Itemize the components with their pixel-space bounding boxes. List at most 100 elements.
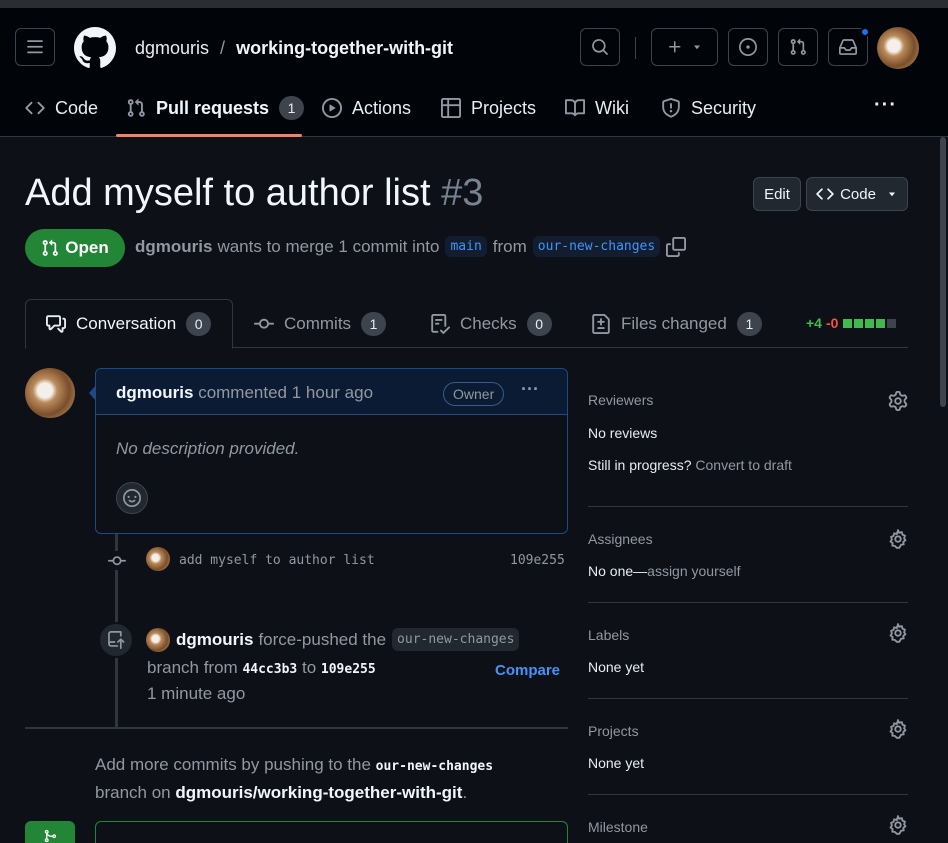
reviewers-gear-icon[interactable]: [888, 391, 908, 411]
checks-count: 0: [526, 311, 552, 336]
window-top-strip: [0, 0, 948, 8]
merge-description: dgmouris wants to merge 1 commit into ma…: [135, 236, 687, 257]
projects-gear-icon[interactable]: [888, 719, 908, 739]
inbox-icon: [839, 39, 857, 55]
tab-pull-requests[interactable]: Pull requests 1: [126, 96, 305, 120]
git-pull-request-icon: [790, 38, 806, 55]
git-commit-icon: [254, 318, 274, 329]
tab-conversation[interactable]: Conversation 0: [25, 299, 233, 349]
labels-heading[interactable]: Labels: [588, 627, 629, 643]
assignees-heading[interactable]: Assignees: [588, 531, 653, 547]
add-reaction-button[interactable]: [116, 482, 148, 514]
merge-text: wants to merge 1 commit into: [217, 236, 440, 256]
search-icon: [592, 39, 608, 55]
table-icon: [441, 98, 461, 118]
tab-projects[interactable]: Projects: [441, 96, 536, 120]
owner-badge: Owner: [443, 382, 505, 406]
menu-button[interactable]: [15, 28, 55, 66]
convert-to-draft-link[interactable]: Convert to draft: [695, 457, 792, 473]
page-title: Add myself to author list #3: [25, 172, 483, 215]
tab-actions[interactable]: Actions: [322, 96, 411, 120]
milestone-heading[interactable]: Milestone: [588, 819, 648, 835]
files-changed-count: 1: [736, 311, 762, 336]
projects-heading[interactable]: Projects: [588, 723, 639, 739]
code-icon: [25, 101, 45, 115]
additions-count: +4: [806, 315, 822, 331]
pull-requests-count: 1: [279, 96, 305, 120]
assignees-none: No one—: [588, 563, 648, 579]
force-push-author-avatar[interactable]: [146, 628, 170, 652]
owner-link[interactable]: dgmouris: [135, 38, 209, 58]
timeline-divider: [25, 727, 568, 729]
tab-actions-label: Actions: [352, 97, 412, 118]
repo-push-icon: [108, 631, 125, 649]
status-badge: Open: [25, 229, 125, 267]
create-new-button[interactable]: [651, 28, 718, 66]
issues-button[interactable]: [728, 28, 768, 66]
comment-options-button[interactable]: ···: [521, 379, 539, 400]
old-sha-link[interactable]: 44cc3b3: [242, 662, 297, 677]
hint-text-2: branch on: [95, 783, 171, 802]
tab-checks[interactable]: Checks 0: [430, 299, 552, 348]
repo-link[interactable]: working-together-with-git: [236, 38, 453, 58]
comment-author-avatar[interactable]: [25, 368, 75, 418]
assign-yourself-link[interactable]: assign yourself: [647, 563, 740, 579]
commit-message[interactable]: add myself to author list: [179, 553, 375, 568]
milestone-gear-icon[interactable]: [888, 815, 908, 835]
comment-header: dgmouris commented 1 hour ago Owner ···: [96, 369, 567, 415]
active-tab-underline: [116, 134, 302, 137]
comment-card: dgmouris commented 1 hour ago Owner ··· …: [95, 368, 568, 534]
pr-author-link[interactable]: dgmouris: [135, 237, 212, 257]
book-icon: [565, 99, 585, 117]
comment-author-link[interactable]: dgmouris: [116, 383, 193, 402]
tab-wiki-label: Wiki: [595, 97, 629, 118]
tab-commits[interactable]: Commits 1: [254, 299, 387, 348]
head-branch[interactable]: our-new-changes: [532, 236, 661, 257]
tab-wiki[interactable]: Wiki: [565, 96, 629, 120]
tab-checks-label: Checks: [460, 313, 517, 333]
repo-header: dgmouris / working-together-with-git Cod…: [0, 8, 948, 137]
commit-node: [107, 551, 126, 570]
comment-timestamp[interactable]: commented 1 hour ago: [198, 383, 373, 402]
search-button[interactable]: [580, 28, 620, 66]
github-logo-icon[interactable]: [74, 27, 116, 69]
tab-security-label: Security: [691, 97, 757, 118]
edit-button[interactable]: Edit: [753, 177, 801, 211]
labels-gear-icon[interactable]: [888, 623, 908, 643]
tab-code-label: Code: [55, 97, 99, 118]
plus-icon: [668, 41, 680, 53]
merge-status-icon: [25, 821, 75, 843]
comment-meta: dgmouris commented 1 hour ago: [116, 383, 373, 403]
commits-count: 1: [361, 311, 387, 336]
commit-sha[interactable]: 109e255: [510, 553, 565, 568]
tab-pull-requests-label: Pull requests: [156, 97, 270, 118]
tab-code[interactable]: Code: [25, 96, 98, 120]
force-push-branch[interactable]: our-new-changes: [392, 628, 520, 651]
base-branch[interactable]: main: [445, 236, 487, 257]
copy-icon[interactable]: [666, 236, 687, 257]
commit-author-avatar[interactable]: [146, 547, 170, 571]
reviewers-heading[interactable]: Reviewers: [588, 392, 653, 408]
hamburger-icon: [27, 40, 43, 54]
tab-security[interactable]: Security: [661, 96, 756, 120]
user-avatar[interactable]: [877, 27, 919, 69]
new-sha-link[interactable]: 109e255: [321, 662, 376, 677]
sidebar-divider: [588, 698, 908, 699]
compare-button[interactable]: Compare: [495, 662, 560, 679]
force-push-author-link[interactable]: dgmouris: [176, 630, 253, 650]
scrollbar-thumb[interactable]: [940, 137, 946, 407]
sidebar-divider: [588, 506, 908, 507]
pull-requests-button[interactable]: [778, 28, 818, 66]
git-merge-icon: [44, 829, 57, 843]
tab-files-changed[interactable]: Files changed 1: [591, 299, 762, 348]
branch-from-text: branch from: [147, 658, 238, 677]
more-tabs-button[interactable]: ···: [874, 94, 897, 117]
assignees-gear-icon[interactable]: [888, 529, 908, 549]
notification-dot: [860, 27, 870, 37]
hint-repo-link[interactable]: dgmouris/working-together-with-git: [175, 783, 462, 802]
force-push-time[interactable]: 1 minute ago: [147, 684, 245, 704]
scrollbar-track[interactable]: [938, 137, 948, 843]
deletions-count: -0: [825, 315, 839, 331]
caret-down-icon: [693, 45, 700, 50]
code-dropdown-button[interactable]: Code: [806, 177, 908, 211]
